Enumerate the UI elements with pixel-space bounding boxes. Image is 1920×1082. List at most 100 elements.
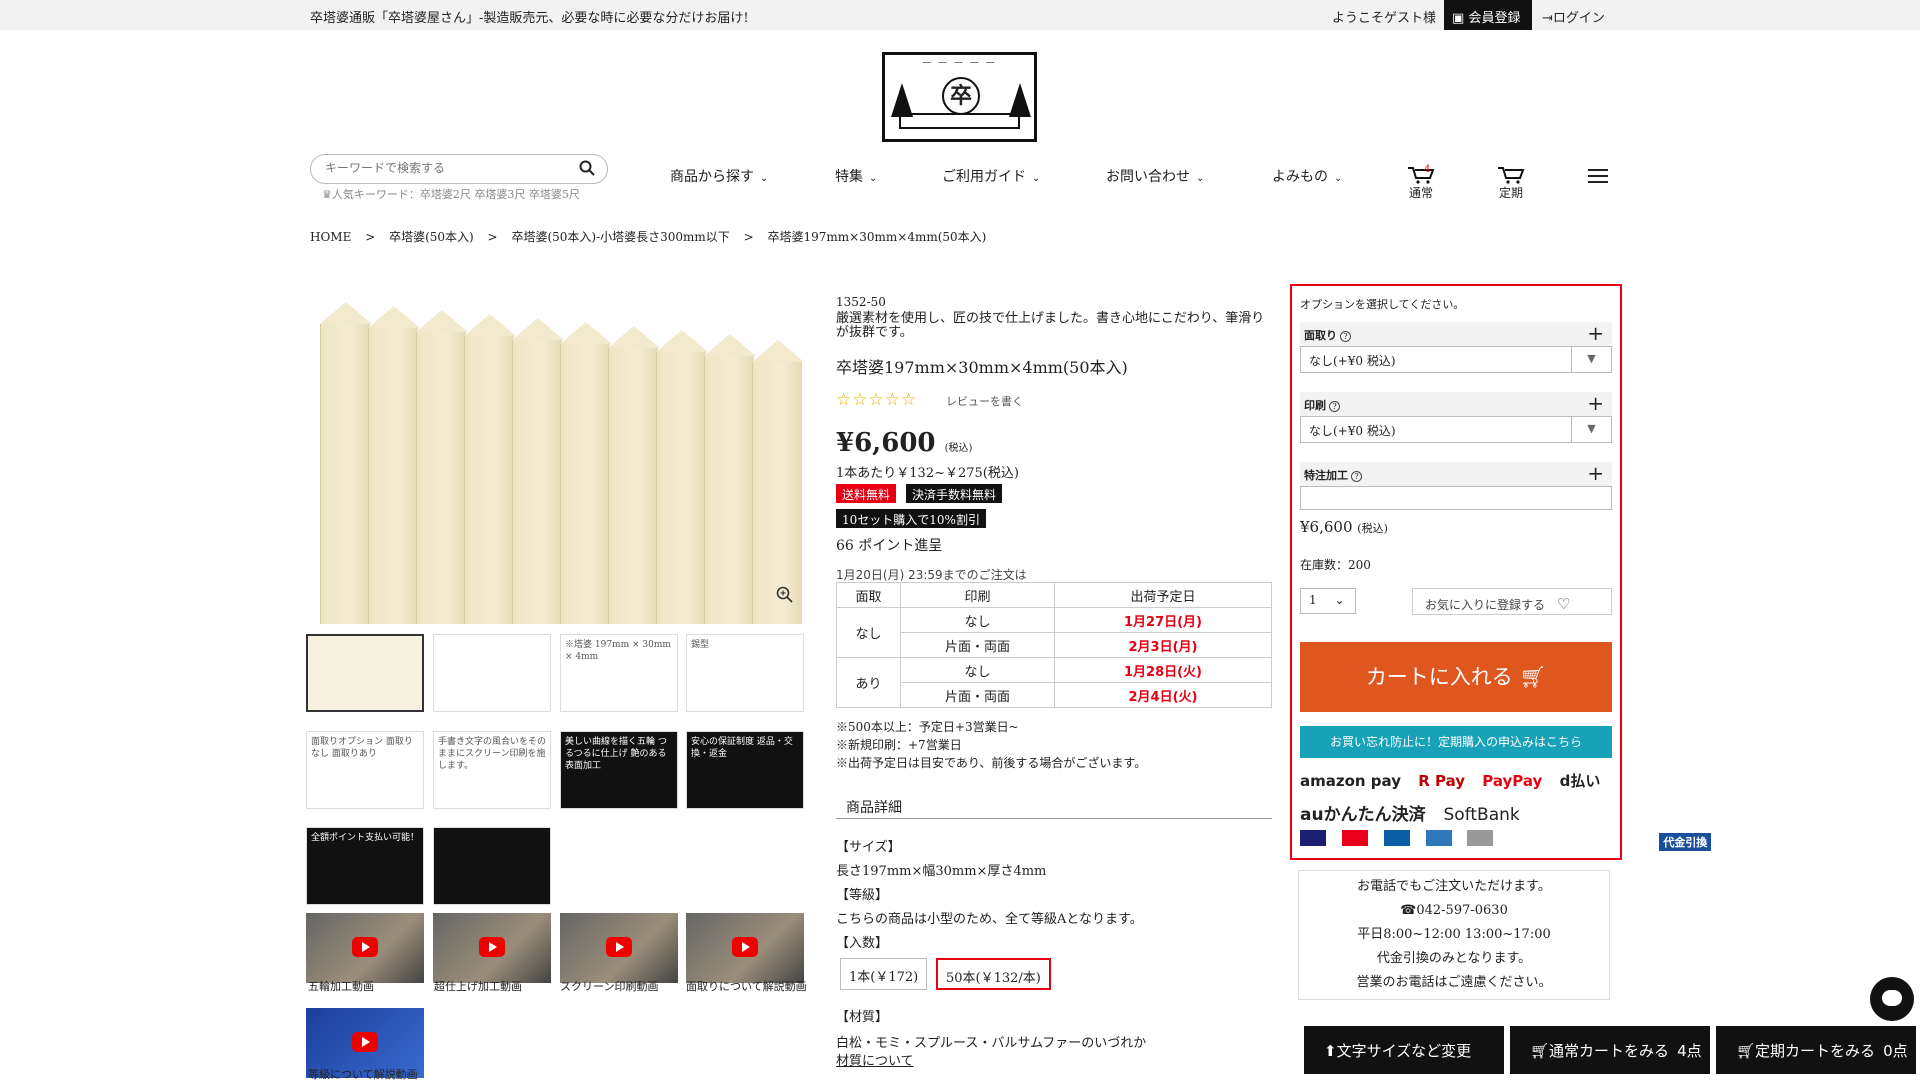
cart-icon: 🛒︎ — [1530, 1042, 1550, 1060]
site-logo[interactable]: — — — — — 卒 — [882, 52, 1037, 142]
video-thumbnail[interactable] — [560, 913, 678, 983]
star-icon: ☆ — [884, 390, 901, 410]
thumbnail[interactable]: 全額ポイント支払い可能！ — [306, 827, 424, 905]
phone-number[interactable]: ☎042-597-0630 — [1299, 899, 1609, 923]
logo-seal-icon: 卒 — [942, 77, 980, 115]
breadcrumb-home[interactable]: HOME — [310, 230, 351, 244]
search-input[interactable] — [325, 161, 565, 175]
thumbnail[interactable]: 安心の保証制度 返品・交換・返金 — [686, 731, 804, 809]
table-header: 出荷予定日 — [1054, 582, 1272, 608]
count-option-1[interactable]: 1本(￥172) — [840, 958, 928, 990]
subscription-cart-button[interactable]: 定期 — [1488, 166, 1534, 201]
logo-name-plate — [899, 113, 1020, 129]
view-normal-cart-button[interactable]: 🛒︎通常カートをみる 4点 — [1510, 1026, 1710, 1074]
login-link[interactable]: ⇥ログイン — [1542, 7, 1605, 26]
count-option-50[interactable]: 50本(￥132/本) — [936, 958, 1051, 990]
play-icon — [479, 937, 505, 957]
chamfer-option-header[interactable]: 面取り? + — [1300, 321, 1612, 346]
add-to-cart-button[interactable]: カートに入れる 🛒︎ — [1300, 642, 1612, 712]
nav-articles[interactable]: よみもの ⌄ — [1272, 166, 1342, 186]
font-size-button[interactable]: ⬆文字サイズなど変更 — [1304, 1026, 1504, 1074]
diners-icon — [1467, 830, 1494, 846]
nav-contact[interactable]: お問い合わせ ⌄ — [1106, 166, 1204, 186]
login-icon: ⇥ — [1542, 11, 1553, 26]
size-value: 長さ197mm×幅30mm×厚さ4mm — [836, 864, 1047, 879]
normal-cart-button[interactable]: 4 通常 — [1398, 164, 1444, 201]
star-icon: ☆ — [852, 390, 869, 410]
breadcrumb-subcategory[interactable]: 卒塔婆(50本入)-小塔婆長さ300mm以下 — [511, 230, 729, 244]
custom-option-header[interactable]: 特注加工? + — [1300, 461, 1612, 486]
play-icon — [732, 937, 758, 957]
video-thumbnail[interactable] — [433, 913, 551, 983]
softbank-logo: SoftBank — [1443, 805, 1520, 825]
write-review-link[interactable]: レビューを書く — [946, 393, 1023, 409]
search-icon[interactable] — [579, 160, 595, 176]
help-icon[interactable]: ? — [1329, 401, 1340, 412]
menu-icon[interactable] — [1588, 169, 1608, 187]
help-icon[interactable]: ? — [1351, 471, 1362, 482]
help-icon[interactable]: ? — [1340, 331, 1351, 342]
video-caption[interactable]: 超仕上げ加工動画 — [434, 978, 522, 994]
breadcrumb-category[interactable]: 卒塔婆(50本入) — [389, 230, 474, 244]
thumbnail[interactable]: 錫型 — [686, 634, 804, 712]
size-label: 【サイズ】 — [836, 840, 901, 855]
nav-products[interactable]: 商品から探す ⌄ — [670, 166, 768, 186]
print-option-header[interactable]: 印刷? + — [1300, 391, 1612, 416]
video-caption[interactable]: スクリーン印刷動画 — [560, 978, 658, 994]
unit-price: 1本あたり￥132~￥275(税込) — [836, 466, 1019, 481]
amazon-pay-logo: amazon pay — [1300, 772, 1401, 790]
video-caption[interactable]: 面取りについて解説動画 — [686, 978, 807, 994]
table-row: なし なし 1月27日(月) — [836, 607, 1272, 658]
phone-order-box: お電話でもご注文いただけます。 ☎042-597-0630 平日8:00~12:… — [1298, 870, 1610, 1000]
print-select[interactable]: なし(+¥0 税込) ▼ — [1300, 416, 1612, 443]
star-icon: ☆ — [836, 390, 853, 410]
cart-count-badge: 4 — [1424, 164, 1431, 175]
chevron-down-icon: ▼ — [1571, 417, 1611, 442]
thumbnail[interactable]: ※塔婆 197mm × 30mm × 4mm — [560, 634, 678, 712]
material-label: 【材質】 — [836, 1010, 889, 1025]
thumbnail[interactable] — [306, 634, 424, 712]
details-heading: 商品詳細 — [846, 800, 902, 816]
video-thumbnail[interactable] — [306, 913, 424, 983]
plus-icon[interactable]: + — [1587, 391, 1604, 415]
chat-button[interactable] — [1870, 977, 1914, 1021]
register-button[interactable]: ▣ 会員登録 — [1444, 0, 1532, 30]
material-link[interactable]: 材質について — [836, 1050, 914, 1069]
arrow-up-icon: ⬆ — [1324, 1042, 1337, 1060]
breadcrumb-separator: > — [487, 230, 498, 244]
quantity-select[interactable]: 1 ⌄ — [1300, 588, 1356, 614]
visa-icon — [1300, 830, 1326, 846]
free-shipping-badge: 送料無料 — [836, 484, 897, 503]
plus-icon[interactable]: + — [1587, 461, 1604, 485]
nav-guide[interactable]: ご利用ガイド ⌄ — [942, 166, 1040, 186]
order-deadline: 1月20日(月) 23:59までのご注文は — [836, 568, 1027, 582]
video-caption[interactable]: 五輪加工動画 — [308, 978, 374, 994]
thumbnail[interactable] — [433, 634, 551, 712]
rating-stars[interactable]: ☆☆☆☆☆ — [836, 390, 917, 410]
view-subscription-cart-button[interactable]: 🛒︎定期カートをみる 0点 — [1716, 1026, 1916, 1074]
chamfer-select[interactable]: なし(+¥0 税込) ▼ — [1300, 346, 1612, 373]
subscription-button[interactable]: お買い忘れ防止に！定期購入の申込みはこちら — [1300, 726, 1612, 758]
thumbnail[interactable]: 美しい曲線を描く五輪 つるつるに仕上げ 艶のある表面加工 — [560, 731, 678, 809]
play-icon — [352, 1032, 378, 1052]
divider — [836, 818, 1272, 819]
thumbnail[interactable] — [433, 827, 551, 905]
breadcrumb-current: 卒塔婆197mm×30mm×4mm(50本入) — [767, 230, 987, 244]
phone-icon: ☎ — [1400, 903, 1417, 918]
thumbnail[interactable]: 手書き文字の風合いをそのままにスクリーン印刷を施します。 — [433, 731, 551, 809]
discount-badge: 10セット購入で10%割引 — [836, 509, 986, 528]
table-header: 面取 — [836, 582, 901, 608]
nav-features[interactable]: 特集 ⌄ — [835, 166, 877, 186]
cod-badge: 代金引換 — [1659, 833, 1712, 851]
main-product-image[interactable] — [310, 288, 804, 624]
custom-input[interactable] — [1300, 486, 1612, 510]
cart-icon — [1408, 167, 1435, 184]
product-description: 厳選素材を使用し、匠の技で仕上げました。書き心地にこだわり、筆滑りが抜群です。 — [836, 311, 1265, 340]
d-barai-logo: d払い — [1559, 772, 1601, 790]
video-thumbnail[interactable] — [686, 913, 804, 983]
favorite-button[interactable]: お気に入りに登録する ♡ — [1412, 588, 1612, 615]
zoom-icon[interactable] — [776, 586, 794, 604]
thumbnail[interactable]: 面取りオプション 面取りなし 面取りあり — [306, 731, 424, 809]
plus-icon[interactable]: + — [1587, 321, 1604, 345]
stock-count: 在庫数：200 — [1300, 558, 1371, 572]
